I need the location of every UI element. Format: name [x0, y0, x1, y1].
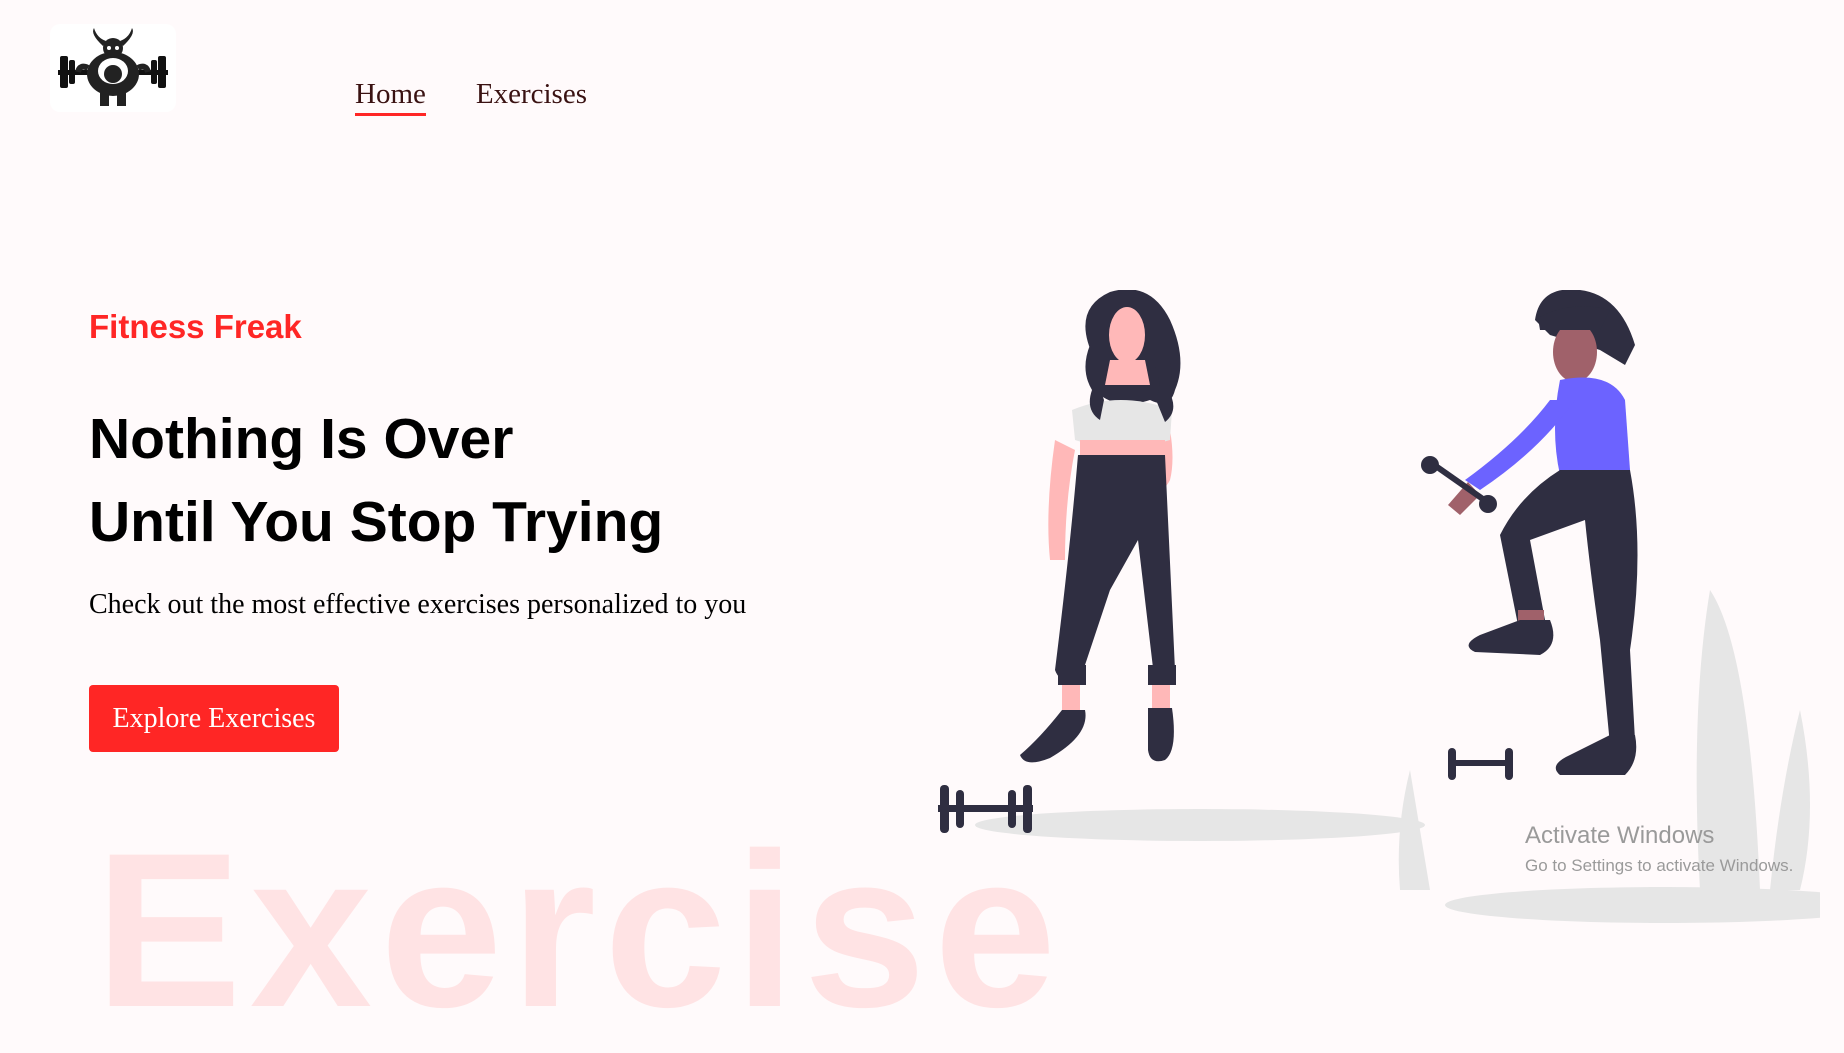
hero-subtitle: Fitness Freak [89, 308, 302, 345]
activate-windows-title: Activate Windows [1525, 822, 1715, 849]
nav-home-link[interactable]: Home [355, 78, 426, 116]
bull-logo-icon [58, 28, 168, 106]
hero-description: Check out the most effective exercises p… [89, 589, 747, 620]
dumbbell-right-icon [1448, 748, 1513, 780]
activate-windows-hint: Go to Settings to activate Windows. [1525, 856, 1794, 875]
headline-line-2: Until You Stop Trying [89, 490, 664, 554]
ground-shadow-left [975, 809, 1425, 841]
ground-shadow-right [1445, 887, 1820, 923]
woman-lifting-figure [1421, 290, 1638, 775]
background-watermark-text: Exercise [95, 807, 1065, 1053]
woman-standing-figure [1020, 290, 1181, 763]
explore-exercises-button[interactable]: Explore Exercises [89, 685, 339, 752]
activate-windows-overlay: Activate Windows Go to Settings to activ… [1525, 822, 1793, 876]
hero-headline: Nothing Is Over Until You Stop Trying [89, 398, 663, 564]
logo[interactable] [50, 24, 176, 112]
nav-exercises-link[interactable]: Exercises [476, 78, 587, 116]
headline-line-1: Nothing Is Over [89, 407, 514, 471]
main-nav: Home Exercises [355, 78, 587, 116]
